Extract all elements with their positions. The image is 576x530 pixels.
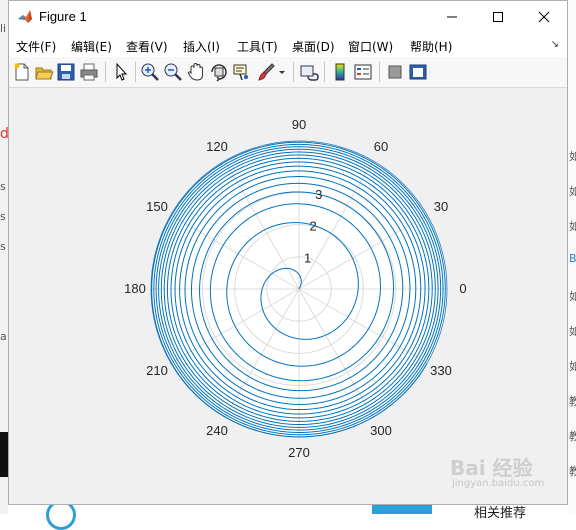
background-text: 教 bbox=[569, 395, 576, 408]
background-text: a bbox=[0, 330, 7, 343]
background-text: 如 bbox=[569, 290, 576, 303]
background-text: 如 bbox=[569, 185, 576, 198]
toolbar-separator bbox=[293, 62, 294, 82]
background-text: 如 bbox=[569, 220, 576, 233]
r-tick-label: 3 bbox=[315, 187, 322, 202]
close-button[interactable] bbox=[521, 1, 567, 32]
legend-icon[interactable] bbox=[353, 62, 373, 82]
background-text: 如 bbox=[569, 325, 576, 338]
zoom-out-icon[interactable] bbox=[163, 62, 183, 82]
theta-tick-label: 330 bbox=[430, 363, 452, 378]
baidu-watermark-url: jingyan.baidu.com bbox=[452, 478, 545, 489]
link-plot-icon[interactable] bbox=[299, 62, 319, 82]
theta-tick-label: 30 bbox=[434, 199, 448, 214]
brush-icon[interactable] bbox=[256, 62, 276, 82]
menu-view[interactable]: 查看(V) bbox=[126, 38, 168, 55]
theta-tick-label: 240 bbox=[206, 423, 228, 438]
toolbar-separator bbox=[135, 62, 136, 82]
menu-help[interactable]: 帮助(H) bbox=[410, 38, 452, 55]
background-text: 如 bbox=[569, 150, 576, 163]
show-plot-tools-icon[interactable] bbox=[408, 62, 428, 82]
background-text: 教 bbox=[569, 430, 576, 443]
save-icon[interactable] bbox=[56, 62, 76, 82]
maximize-icon bbox=[493, 11, 503, 22]
background-text: li bbox=[0, 22, 7, 35]
window-title: Figure 1 bbox=[39, 9, 87, 24]
zoom-in-icon[interactable] bbox=[140, 62, 160, 82]
background-text: B bbox=[569, 252, 576, 265]
title-bar[interactable]: Figure 1 bbox=[9, 1, 567, 32]
theta-tick-label: 0 bbox=[459, 281, 466, 296]
matlab-logo-icon bbox=[17, 8, 33, 24]
menu-insert[interactable]: 插入(I) bbox=[183, 38, 220, 55]
theta-tick-label: 150 bbox=[146, 199, 168, 214]
menu-tools[interactable]: 工具(T) bbox=[237, 38, 278, 55]
new-figure-icon[interactable] bbox=[12, 62, 32, 82]
background-dark-panel bbox=[0, 432, 8, 477]
menu-dock-arrow-icon[interactable]: ↘ bbox=[551, 39, 559, 50]
minimize-button[interactable] bbox=[429, 1, 475, 32]
hide-plot-tools-icon[interactable] bbox=[385, 62, 405, 82]
theta-tick-label: 90 bbox=[292, 117, 306, 132]
theta-tick-label: 270 bbox=[288, 445, 310, 460]
theta-tick-label: 120 bbox=[206, 139, 228, 154]
theta-tick-label: 60 bbox=[374, 139, 388, 154]
menu-file[interactable]: 文件(F) bbox=[16, 38, 56, 55]
background-bottom-button bbox=[372, 504, 432, 514]
minimize-icon bbox=[447, 16, 457, 17]
menu-bar: 文件(F) 编辑(E) 查看(V) 插入(I) 工具(T) 桌面(D) 窗口(W… bbox=[9, 32, 567, 57]
open-file-icon[interactable] bbox=[34, 62, 54, 82]
menu-desktop[interactable]: 桌面(D) bbox=[292, 38, 335, 55]
polar-axes[interactable]: 0 30 60 90 120 150 180 210 240 270 300 330 1 2 3 bbox=[9, 88, 567, 504]
background-text: 如 bbox=[569, 360, 576, 373]
select-arrow-icon[interactable] bbox=[111, 62, 131, 82]
theta-tick-label: 210 bbox=[146, 363, 168, 378]
pan-hand-icon[interactable] bbox=[186, 62, 206, 82]
background-text: s bbox=[0, 210, 6, 223]
print-icon[interactable] bbox=[79, 62, 99, 82]
menu-edit[interactable]: 编辑(E) bbox=[71, 38, 112, 55]
figure-canvas[interactable]: 0 30 60 90 120 150 180 210 240 270 300 330 1 2 3 bbox=[9, 88, 567, 504]
close-icon bbox=[538, 11, 550, 22]
figure-window: Figure 1 文件(F) 编辑(E) 查看(V) 插入(I) 工具(T) 桌… bbox=[8, 0, 568, 505]
r-tick-label: 2 bbox=[310, 219, 317, 234]
background-text: s bbox=[0, 240, 6, 253]
maximize-button[interactable] bbox=[475, 1, 521, 32]
theta-tick-label: 300 bbox=[370, 423, 392, 438]
toolbar-separator bbox=[379, 62, 380, 82]
theta-tick-label: 180 bbox=[124, 281, 146, 296]
rotate-3d-icon[interactable] bbox=[209, 62, 229, 82]
r-tick-label: 1 bbox=[304, 250, 311, 265]
baidu-watermark: Bai 经验 bbox=[450, 456, 533, 480]
toolbar-separator bbox=[324, 62, 325, 82]
toolbar bbox=[9, 57, 567, 88]
brush-dropdown-icon[interactable] bbox=[277, 62, 287, 82]
background-text: s bbox=[0, 180, 6, 193]
data-cursor-icon[interactable] bbox=[232, 62, 252, 82]
toolbar-separator bbox=[105, 62, 106, 82]
background-text: 教 bbox=[569, 465, 576, 478]
menu-window[interactable]: 窗口(W) bbox=[348, 38, 393, 55]
colorbar-icon[interactable] bbox=[330, 62, 350, 82]
